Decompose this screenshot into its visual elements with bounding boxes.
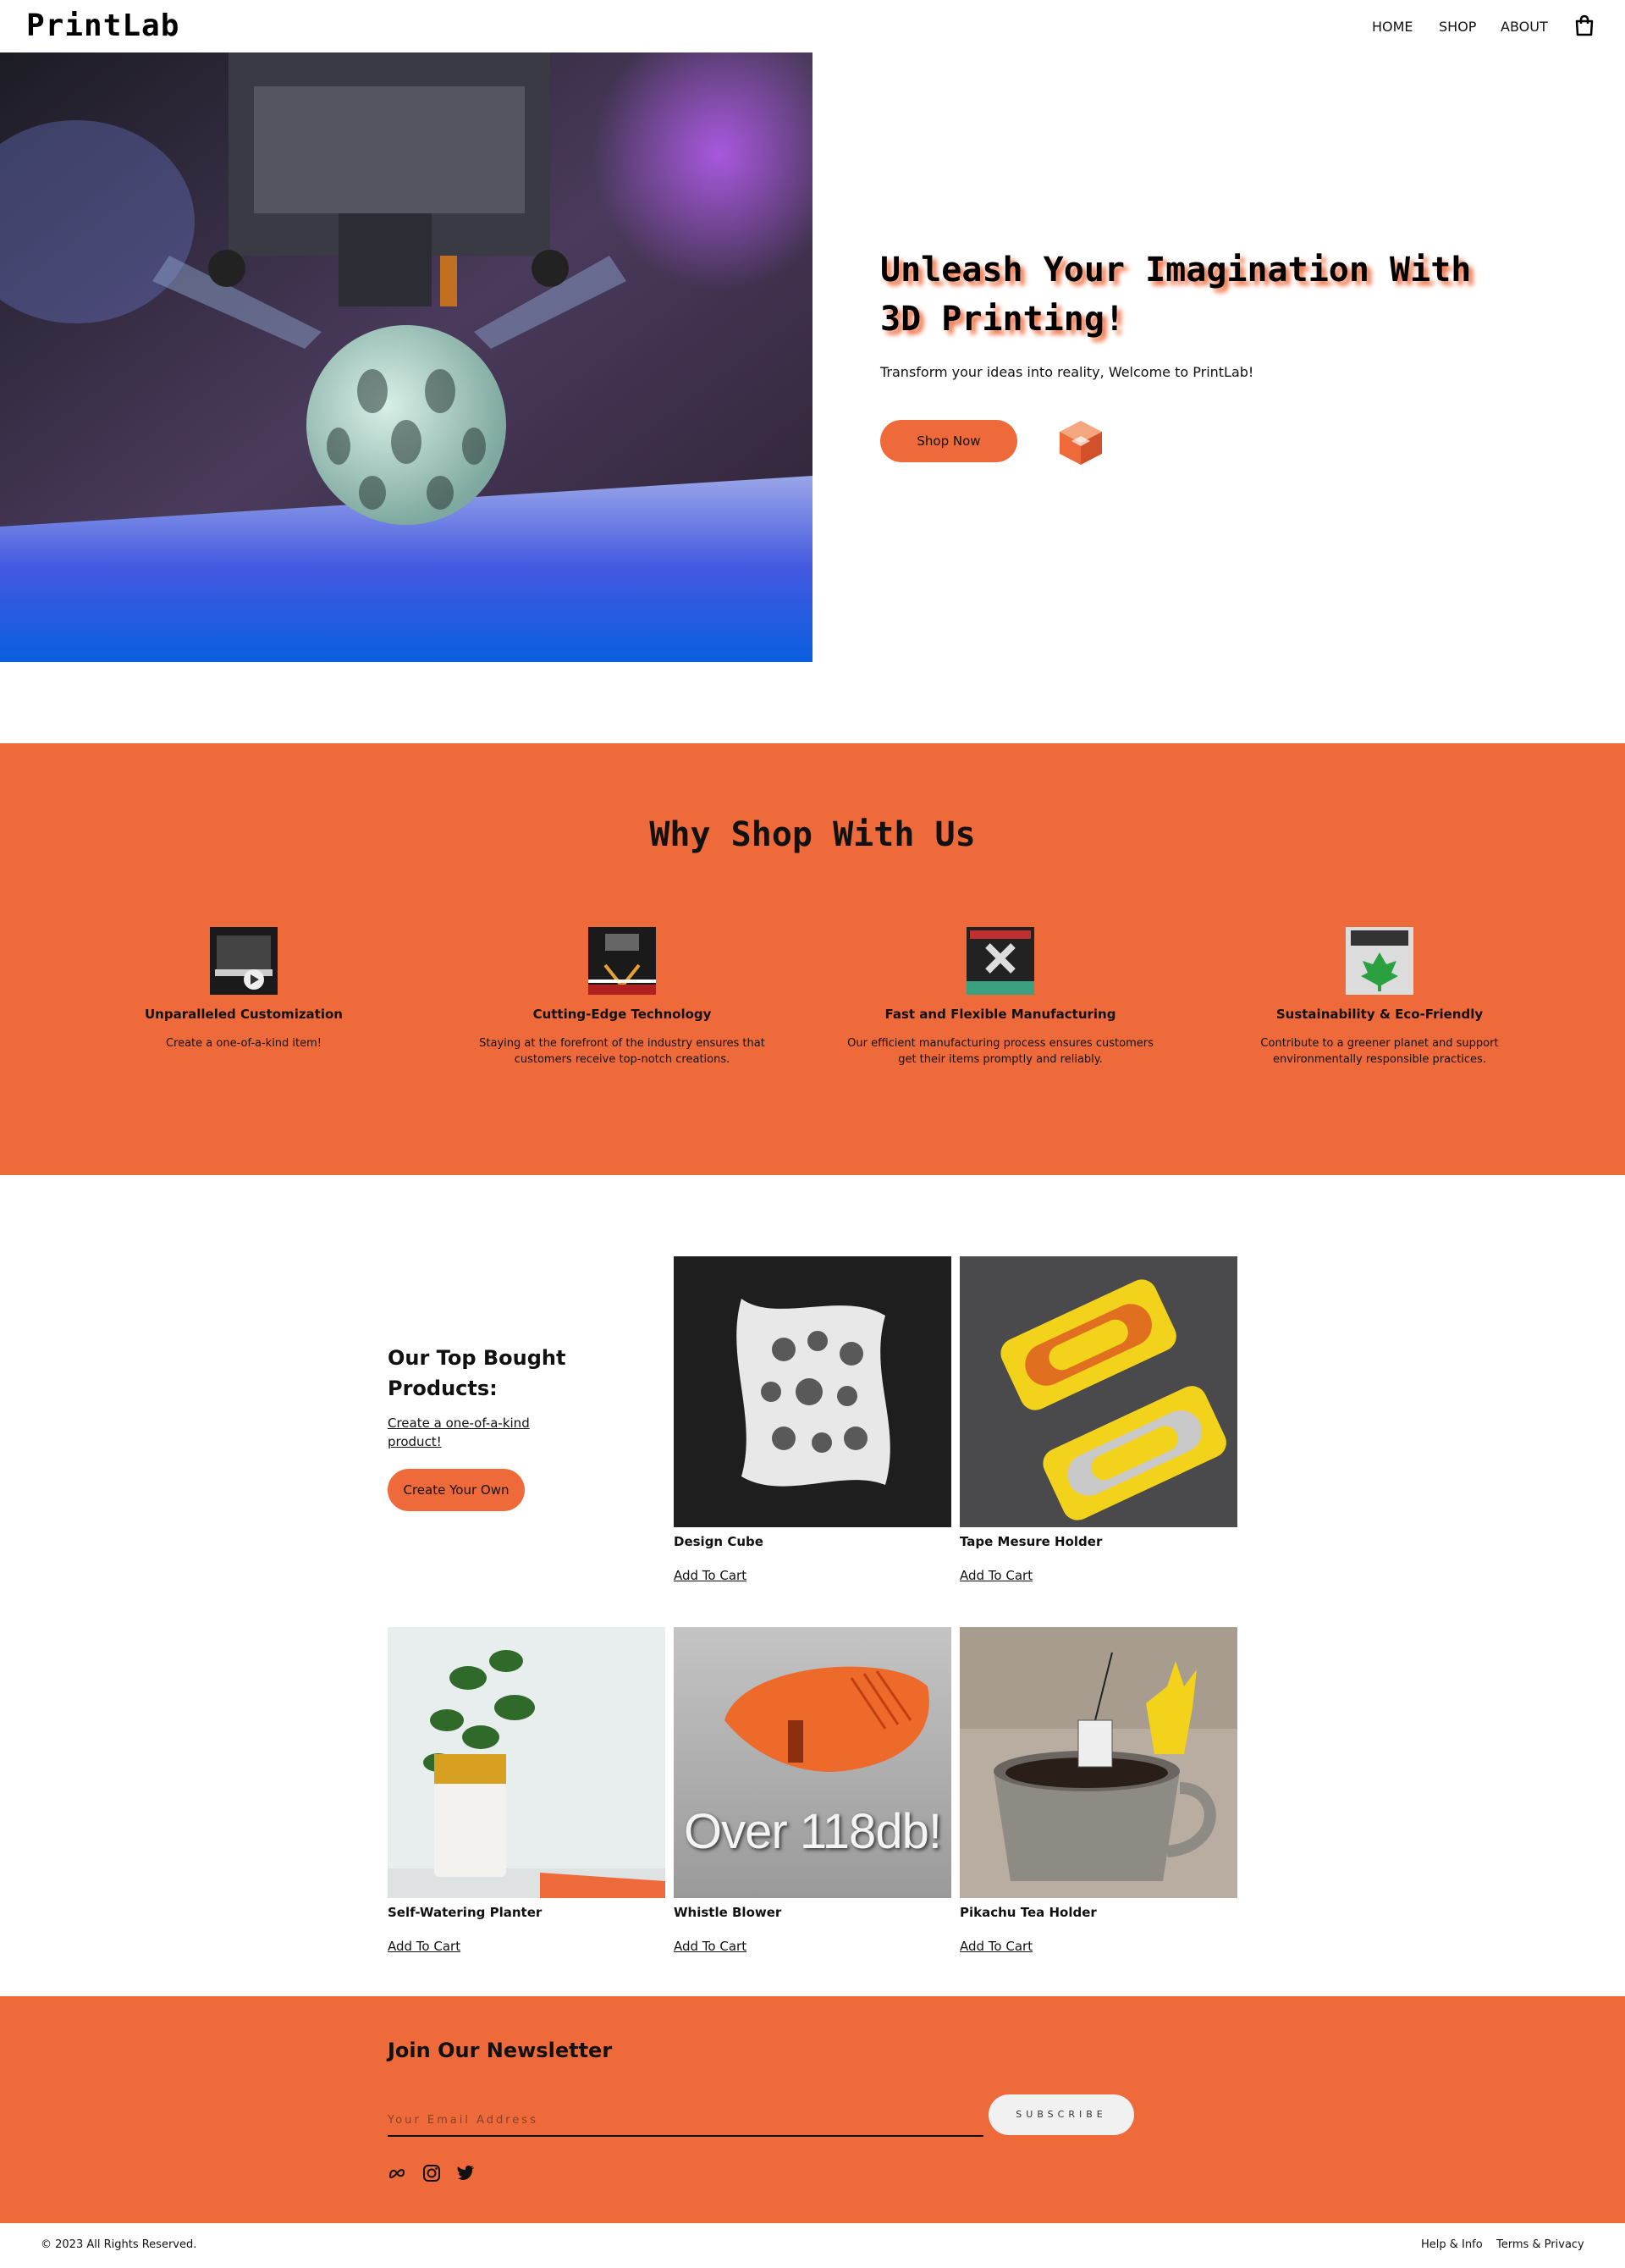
newsletter-section: Join Our Newsletter SUBSCRIBE xyxy=(0,1996,1625,2223)
feature-title: Fast and Flexible Manufacturing xyxy=(884,1007,1116,1022)
cube-icon xyxy=(1060,421,1102,465)
add-to-cart-link[interactable]: Add To Cart xyxy=(388,1939,665,1954)
hero-title: Unleash Your Imagination With 3D Printin… xyxy=(880,251,1472,339)
feature-technology: Cutting-Edge Technology Staying at the f… xyxy=(461,927,783,1068)
feature-title: Cutting-Edge Technology xyxy=(532,1007,712,1022)
help-info-link[interactable]: Help & Info xyxy=(1421,2238,1483,2251)
why-shop-section: Why Shop With Us Unparalleled Customizat… xyxy=(0,743,1625,1175)
feature-description: Contribute to a greener planet and suppo… xyxy=(1260,1037,1499,1066)
site-logo[interactable]: PrintLab xyxy=(26,8,179,43)
nav-shop[interactable]: SHOP xyxy=(1439,19,1476,35)
technology-thumbnail xyxy=(588,927,656,995)
product-card-tape-holder: Tape Mesure Holder Add To Cart xyxy=(960,1256,1237,1583)
product-image[interactable] xyxy=(960,1627,1237,1898)
product-image[interactable] xyxy=(388,1627,665,1898)
products-intro: Our Top Bought Products: Create a one-of… xyxy=(388,1343,582,1451)
copyright-text: © 2023 All Rights Reserved. xyxy=(41,2238,197,2251)
instagram-icon[interactable] xyxy=(422,2164,441,2182)
product-card-whistle: Over 118db! Whistle Blower Add To Cart xyxy=(674,1627,951,1954)
product-image[interactable]: Over 118db! xyxy=(674,1627,951,1898)
create-product-link[interactable]: Create a one-of-a-kind product! xyxy=(388,1414,582,1451)
add-to-cart-link[interactable]: Add To Cart xyxy=(674,1939,951,1954)
hero-image-3d-printer xyxy=(0,52,812,662)
newsletter-title: Join Our Newsletter xyxy=(388,2039,613,2062)
product-card-planter: Self-Watering Planter Add To Cart xyxy=(388,1627,665,1954)
product-name: Self-Watering Planter xyxy=(388,1905,543,1920)
product-card-pikachu-tea-holder: Pikachu Tea Holder Add To Cart xyxy=(960,1627,1237,1954)
add-to-cart-link[interactable]: Add To Cart xyxy=(960,1568,1237,1583)
feature-description: Create a one-of-a-kind item! xyxy=(165,1037,322,1050)
site-footer: © 2023 All Rights Reserved. Help & Info … xyxy=(0,2223,1625,2268)
feature-title: Unparalleled Customization xyxy=(145,1007,343,1022)
nav-about[interactable]: ABOUT xyxy=(1501,19,1548,35)
whistle-overlay-text: Over 118db! xyxy=(684,1804,942,1859)
hero-subtitle: Transform your ideas into reality, Welco… xyxy=(880,364,1254,380)
email-input[interactable] xyxy=(388,2105,983,2137)
create-your-own-button[interactable]: Create Your Own xyxy=(388,1469,525,1511)
add-to-cart-link[interactable]: Add To Cart xyxy=(674,1568,951,1583)
twitter-icon[interactable] xyxy=(456,2164,475,2182)
feature-description: Staying at the forefront of the industry… xyxy=(479,1037,765,1066)
terms-privacy-link[interactable]: Terms & Privacy xyxy=(1496,2238,1584,2251)
product-card-design-cube: Design Cube Add To Cart xyxy=(674,1256,951,1583)
shop-now-button[interactable]: Shop Now xyxy=(880,420,1017,462)
hero-content: Unleash Your Imagination With 3D Printin… xyxy=(880,246,1523,380)
meta-icon[interactable] xyxy=(388,2164,406,2182)
feature-title: Sustainability & Eco-Friendly xyxy=(1275,1007,1484,1022)
feature-manufacturing: Fast and Flexible Manufacturing Our effi… xyxy=(840,927,1161,1068)
feature-description: Our efficient manufacturing process ensu… xyxy=(847,1037,1154,1066)
product-image[interactable] xyxy=(674,1256,951,1527)
product-name: Tape Mesure Holder xyxy=(960,1534,1103,1549)
site-header: PrintLab HOME SHOP ABOUT xyxy=(0,0,1625,52)
products-title: Our Top Bought Products: xyxy=(388,1346,566,1400)
add-to-cart-link[interactable]: Add To Cart xyxy=(960,1939,1237,1954)
subscribe-button[interactable]: SUBSCRIBE xyxy=(989,2094,1134,2135)
product-name: Pikachu Tea Holder xyxy=(960,1905,1097,1920)
product-name: Whistle Blower xyxy=(674,1905,782,1920)
product-name: Design Cube xyxy=(674,1534,763,1549)
feature-customization: Unparalleled Customization Create a one-… xyxy=(83,927,405,1051)
why-title: Why Shop With Us xyxy=(649,815,976,854)
manufacturing-thumbnail xyxy=(967,927,1034,995)
shopping-bag-icon[interactable] xyxy=(1573,14,1596,37)
product-image[interactable] xyxy=(960,1256,1237,1527)
feature-sustainability: Sustainability & Eco-Friendly Contribute… xyxy=(1219,927,1540,1068)
nav-home[interactable]: HOME xyxy=(1372,19,1413,35)
sustainability-thumbnail xyxy=(1346,927,1413,995)
customization-thumbnail xyxy=(210,927,278,995)
